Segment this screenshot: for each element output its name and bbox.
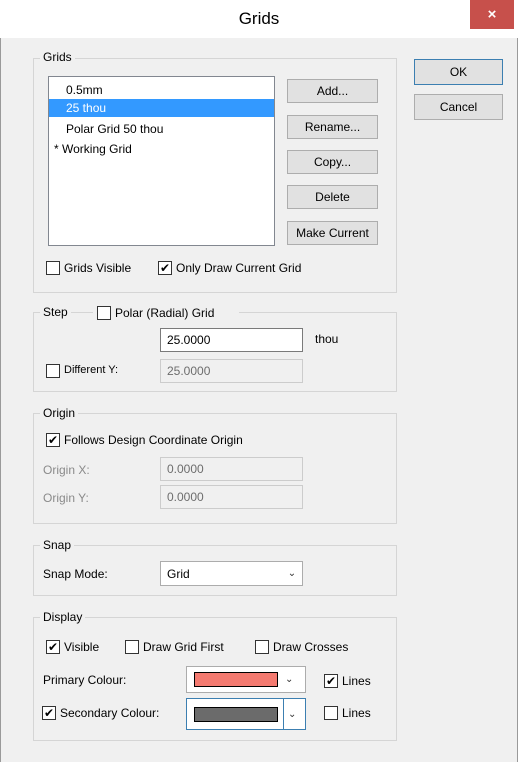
draw-grid-first-checkbox[interactable] [125,640,139,654]
primary-lines-label: Lines [342,674,371,688]
chevron-down-icon: ⌄ [285,674,294,685]
chevron-down-icon: ⌄ [288,708,297,720]
secondary-colour-swatch [194,706,278,722]
origin-y-input: 0.0000 [160,485,303,509]
list-item[interactable]: Polar Grid 50 thou [49,120,274,138]
primary-colour-label: Primary Colour: [43,673,127,687]
chevron-down-icon: ⌄ [287,568,297,579]
different-y-input: 25.0000 [160,359,303,383]
origin-x-label: Origin X: [43,463,90,477]
origin-y-label: Origin Y: [43,491,89,505]
make-current-button[interactable]: Make Current [287,221,378,245]
step-legend: Step [40,305,71,319]
primary-lines-checkbox[interactable] [324,674,338,688]
ok-button[interactable]: OK [414,59,503,85]
dropdown-divider [283,699,284,729]
origin-legend: Origin [40,406,79,420]
draw-grid-first-label: Draw Grid First [143,640,224,654]
visible-label: Visible [64,640,100,654]
snap-mode-select[interactable]: Grid ⌄ [160,561,303,586]
snap-mode-value: Grid [167,566,190,581]
follows-origin-label: Follows Design Coordinate Origin [64,433,243,447]
secondary-colour-checkbox[interactable] [42,706,56,720]
visible-checkbox[interactable] [46,640,60,654]
different-y-checkbox[interactable] [46,364,60,378]
step-input[interactable]: 25.0000 [160,328,303,352]
draw-crosses-label: Draw Crosses [273,640,349,654]
list-item[interactable]: 0.5mm [49,81,274,99]
polar-grid-label: Polar (Radial) Grid [115,306,215,320]
snap-mode-label: Snap Mode: [43,567,108,581]
secondary-lines-label: Lines [342,706,371,720]
secondary-colour-label: Secondary Colour: [60,706,160,720]
secondary-colour-select[interactable]: ⌄ [186,698,306,730]
window-title: Grids [238,9,280,28]
primary-colour-select[interactable]: ⌄ [186,666,306,693]
secondary-lines-checkbox[interactable] [324,706,338,720]
rename-button[interactable]: Rename... [287,115,378,139]
cancel-button[interactable]: Cancel [414,94,503,120]
list-item-selected[interactable]: 25 thou [49,99,274,117]
delete-button[interactable]: Delete [287,185,378,209]
different-y-label: Different Y: [64,364,119,376]
origin-x-input: 0.0000 [160,457,303,481]
step-unit-label: thou [315,332,339,346]
grids-legend: Grids [40,50,75,64]
window-border-left [0,38,1,762]
display-legend: Display [40,610,86,624]
list-item[interactable]: * Working Grid [49,140,274,158]
copy-button[interactable]: Copy... [287,150,378,174]
primary-colour-swatch [194,672,278,687]
close-icon[interactable]: × [470,0,514,29]
polar-grid-checkbox[interactable] [97,306,111,320]
grids-list[interactable]: 0.5mm 25 thou Polar Grid 50 thou * Worki… [48,76,275,246]
only-draw-current-label: Only Draw Current Grid [176,261,302,275]
add-button[interactable]: Add... [287,79,378,103]
grids-visible-label: Grids Visible [64,261,132,275]
follows-origin-checkbox[interactable] [46,433,60,447]
grids-visible-checkbox[interactable] [46,261,60,275]
draw-crosses-checkbox[interactable] [255,640,269,654]
snap-legend: Snap [40,538,75,552]
only-draw-current-checkbox[interactable] [158,261,172,275]
